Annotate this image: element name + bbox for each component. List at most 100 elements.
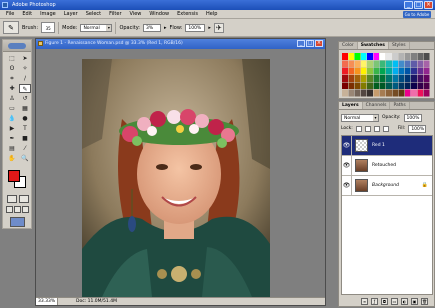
swatch-cell[interactable] xyxy=(342,60,348,68)
swatch-cell[interactable] xyxy=(354,53,361,60)
delete-layer-button[interactable]: 🗑 xyxy=(421,298,428,305)
lock-transparency-checkbox[interactable] xyxy=(355,125,362,132)
blur-tool-icon[interactable]: 💧 xyxy=(6,114,18,123)
swatch-cell[interactable] xyxy=(379,89,386,97)
go-to-adobe-button[interactable]: Go to Adobe xyxy=(403,11,431,18)
full-screen-mode-button[interactable] xyxy=(22,206,29,213)
adjustment-layer-button[interactable]: ◐ xyxy=(401,298,408,305)
swatch-cell[interactable] xyxy=(379,75,386,82)
swatch-cell[interactable] xyxy=(386,53,392,60)
slice-tool-icon[interactable]: ∕ xyxy=(19,74,31,83)
swatch-cell[interactable] xyxy=(411,89,417,97)
eye-icon[interactable]: 👁 xyxy=(342,155,352,176)
menu-view[interactable]: View xyxy=(126,10,146,19)
swatch-cell[interactable] xyxy=(392,75,399,82)
swatch-cell[interactable] xyxy=(373,67,380,75)
swatch-cell[interactable] xyxy=(404,82,411,90)
swatch-cell[interactable] xyxy=(367,75,373,82)
swatch-cell[interactable] xyxy=(423,60,430,68)
pen-tool-icon[interactable]: ✒ xyxy=(6,134,18,143)
swatch-cell[interactable] xyxy=(398,67,405,75)
swatch-cell[interactable] xyxy=(360,82,367,90)
swatch-cell[interactable] xyxy=(386,60,392,68)
tab-paths[interactable]: Paths xyxy=(390,102,410,109)
quick-mask-mode-button[interactable] xyxy=(19,195,29,203)
swatch-cell[interactable] xyxy=(354,89,361,97)
fill-input[interactable]: 100% xyxy=(408,124,427,133)
menu-window[interactable]: Window xyxy=(145,10,173,19)
document-minimize-button[interactable]: _ xyxy=(297,40,305,47)
flow-input[interactable]: 100% xyxy=(185,23,206,32)
gradient-tool-icon[interactable]: ▦ xyxy=(19,104,31,113)
menu-edit[interactable]: Edit xyxy=(18,10,36,19)
swatch-cell[interactable] xyxy=(404,89,411,97)
layer-blend-mode-select[interactable]: Normal ▾ xyxy=(341,113,379,122)
tab-color[interactable]: Color xyxy=(339,42,358,49)
swatch-cell[interactable] xyxy=(379,82,386,90)
close-button[interactable]: × xyxy=(424,1,433,9)
lasso-tool-icon[interactable]: ʘ xyxy=(6,64,18,73)
swatch-cell[interactable] xyxy=(348,82,355,90)
zoom-tool-icon[interactable]: 🔍 xyxy=(19,154,31,163)
magic-wand-tool-icon[interactable]: ✧ xyxy=(19,64,31,73)
layer-row-background[interactable]: 👁 Background 🔒 xyxy=(342,175,432,196)
menu-filter[interactable]: Filter xyxy=(105,10,125,19)
foreground-color[interactable] xyxy=(8,170,20,182)
new-group-button[interactable]: ▭ xyxy=(391,298,398,305)
brush-picker[interactable]: 35 xyxy=(41,22,56,33)
swatch-cell[interactable] xyxy=(392,89,399,97)
swatch-cell[interactable] xyxy=(417,75,424,82)
dodge-tool-icon[interactable]: ● xyxy=(19,114,31,123)
swatch-cell[interactable] xyxy=(417,89,424,97)
layer-opacity-input[interactable]: 100% xyxy=(403,113,422,122)
tab-channels[interactable]: Channels xyxy=(363,102,391,109)
swatch-cell[interactable] xyxy=(411,60,417,68)
eyedropper-tool-icon[interactable]: ⁄ xyxy=(19,144,31,153)
swatch-cell[interactable] xyxy=(398,60,405,68)
swatch-cell[interactable] xyxy=(423,53,430,60)
document-maximize-button[interactable]: □ xyxy=(306,40,314,47)
swatch-cell[interactable] xyxy=(354,67,361,75)
brush-tool-icon[interactable]: ✎ xyxy=(19,84,31,93)
healing-brush-tool-icon[interactable]: ✚ xyxy=(6,84,18,93)
document-size-info[interactable]: Doc: 11.0M/51.4M xyxy=(58,298,117,305)
swatch-cell[interactable] xyxy=(411,82,417,90)
swatch-cell[interactable] xyxy=(398,75,405,82)
layer-style-button[interactable]: ƒ xyxy=(371,298,378,305)
menu-layer[interactable]: Layer xyxy=(60,10,82,19)
notes-tool-icon[interactable]: ▤ xyxy=(6,144,18,153)
lock-all-checkbox[interactable] xyxy=(382,125,389,132)
shape-tool-icon[interactable]: ■ xyxy=(19,134,31,143)
swatch-cell[interactable] xyxy=(348,75,355,82)
swatch-cell[interactable] xyxy=(417,82,424,90)
swatch-cell[interactable] xyxy=(392,67,399,75)
eye-icon[interactable]: 👁 xyxy=(342,135,352,156)
swatch-cell[interactable] xyxy=(354,82,361,90)
tab-swatches[interactable]: Swatches xyxy=(357,42,389,49)
swatch-cell[interactable] xyxy=(417,67,424,75)
standard-screen-mode-button[interactable] xyxy=(6,206,13,213)
new-layer-button[interactable]: ▣ xyxy=(411,298,418,305)
swatch-cell[interactable] xyxy=(386,89,392,97)
swatch-cell[interactable] xyxy=(373,53,380,60)
crop-tool-icon[interactable]: ⌗ xyxy=(6,74,18,83)
clone-stamp-tool-icon[interactable]: ♙ xyxy=(6,94,18,103)
swatch-cell[interactable] xyxy=(373,82,380,90)
swatch-cell[interactable] xyxy=(360,53,367,60)
standard-mode-button[interactable] xyxy=(7,195,17,203)
swatch-cell[interactable] xyxy=(379,60,386,68)
swatch-cell[interactable] xyxy=(342,67,348,75)
swatch-cell[interactable] xyxy=(367,82,373,90)
swatch-cell[interactable] xyxy=(379,67,386,75)
swatch-cell[interactable] xyxy=(360,60,367,68)
swatch-cell[interactable] xyxy=(398,53,405,60)
flow-slider-arrow-icon[interactable]: ▸ xyxy=(208,25,211,31)
swatch-cell[interactable] xyxy=(367,67,373,75)
history-brush-tool-icon[interactable]: ↺ xyxy=(19,94,31,103)
swatch-cell[interactable] xyxy=(367,89,373,97)
swatch-grid[interactable] xyxy=(342,53,430,97)
swatch-cell[interactable] xyxy=(348,53,355,60)
swatch-cell[interactable] xyxy=(392,53,399,60)
menu-file[interactable]: File xyxy=(2,10,18,19)
swatch-cell[interactable] xyxy=(386,82,392,90)
